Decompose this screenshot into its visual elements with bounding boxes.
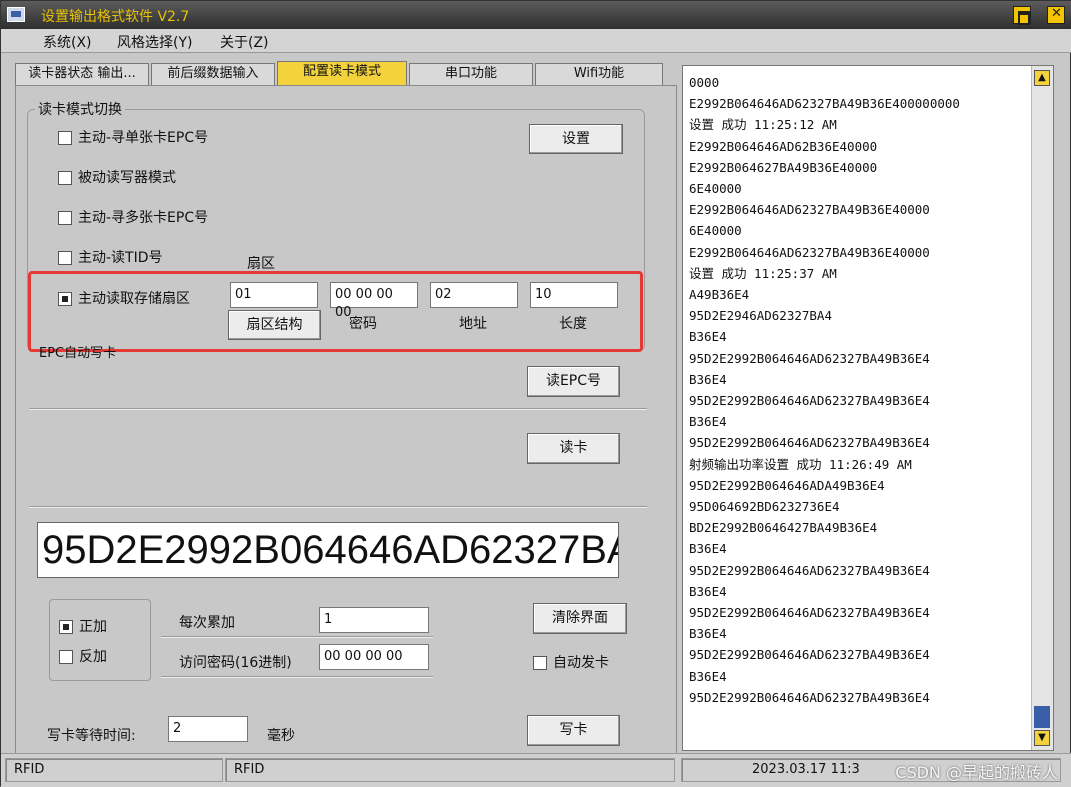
- checkbox-icon: [58, 131, 72, 145]
- app-window: 设置输出格式软件 V2.7 系统(X) 风格选择(Y) 关于(Z) 读卡器状态 …: [0, 0, 1071, 787]
- scroll-down-icon[interactable]: ▼: [1034, 730, 1050, 746]
- log-line: 95D2E2992B064646ADA49B36E4: [689, 477, 885, 493]
- read-card-button[interactable]: 读卡: [527, 433, 620, 464]
- divider: [29, 408, 647, 410]
- tab-serial[interactable]: 串口功能: [409, 63, 533, 85]
- increment-input[interactable]: 1: [319, 607, 429, 633]
- log-line: 95D2E2992B064646AD62327BA49B36E4: [689, 689, 930, 705]
- sector-heading: 扇区: [247, 256, 275, 272]
- radio-positive[interactable]: 正加: [59, 618, 107, 636]
- log-line: B36E4: [689, 414, 727, 430]
- log-line: E2992B064646AD62B36E40000: [689, 138, 878, 154]
- window-title: 设置输出格式软件 V2.7: [41, 9, 190, 25]
- log-line: A49B36E4: [689, 287, 750, 303]
- scroll-up-icon[interactable]: ▲: [1034, 70, 1050, 86]
- clear-button[interactable]: 清除界面: [533, 603, 627, 634]
- mode-multi-epc[interactable]: 主动-寻多张卡EPC号: [58, 209, 208, 227]
- log-line: E2992B064646AD62327BA49B36E40000: [689, 202, 930, 218]
- log-line: 射频输出功率设置 成功 11:26:49 AM: [689, 456, 912, 472]
- add-mode-group: [49, 599, 151, 681]
- wait-unit-label: 毫秒: [267, 728, 295, 744]
- epc-autowrite-label: EPC自动写卡: [39, 346, 117, 361]
- wait-time-label: 写卡等待时间:: [47, 728, 136, 744]
- set-button[interactable]: 设置: [529, 124, 623, 154]
- log-line: B36E4: [689, 583, 727, 599]
- close-button[interactable]: [1047, 6, 1065, 24]
- mode-tid[interactable]: 主动-读TID号: [58, 249, 163, 267]
- log-line: 设置 成功 11:25:12 AM: [689, 117, 837, 133]
- divider: [161, 676, 433, 678]
- log-line: E2992B064627BA49B36E40000: [689, 159, 878, 175]
- status-cell-2: RFID: [225, 758, 675, 782]
- minimize-button[interactable]: [1013, 6, 1031, 25]
- log-line: B36E4: [689, 371, 727, 387]
- status-bar: RFID RFID 2023.03.17 11:3 CSDN @早起的搬砖人: [1, 753, 1071, 787]
- checkbox-icon: [58, 211, 72, 225]
- log-line: B36E4: [689, 626, 727, 642]
- tab-read-mode[interactable]: 配置读卡模式: [277, 61, 407, 85]
- scroll-thumb[interactable]: [1034, 706, 1050, 728]
- menu-about[interactable]: 关于(Z): [220, 32, 269, 52]
- log-line: B36E4: [689, 668, 727, 684]
- log-scrollbar[interactable]: ▲ ▼: [1031, 66, 1053, 750]
- mode-single-epc[interactable]: 主动-寻单张卡EPC号: [58, 129, 208, 147]
- status-cell-1: RFID: [5, 758, 223, 782]
- watermark: CSDN @早起的搬砖人: [895, 763, 1058, 782]
- log-line: 95D2E2992B064646AD62327BA49B36E4: [689, 393, 930, 409]
- radio-negative[interactable]: 反加: [59, 648, 107, 666]
- log-text[interactable]: 0000 E2992B064646AD62327BA49B36E400000000…: [689, 72, 1029, 708]
- access-password-input[interactable]: 00 00 00 00: [319, 644, 429, 670]
- tab-prefix-suffix[interactable]: 前后缀数据输入: [151, 63, 275, 85]
- log-line: E2992B064646AD62327BA49B36E40000: [689, 244, 930, 260]
- radio-selected-icon: [59, 620, 73, 634]
- divider: [161, 636, 433, 638]
- divider: [29, 506, 647, 508]
- log-line: 95D2E2992B064646AD62327BA49B36E4: [689, 435, 930, 451]
- log-line: 6E40000: [689, 181, 742, 197]
- menu-bar: 系统(X) 风格选择(Y) 关于(Z): [1, 29, 1071, 53]
- auto-issue-checkbox[interactable]: 自动发卡: [533, 654, 609, 672]
- access-password-label: 访问密码(16进制): [179, 655, 292, 671]
- log-line: 0000: [689, 75, 720, 90]
- read-epc-button[interactable]: 读EPC号: [527, 366, 620, 397]
- mode-passive[interactable]: 被动读写器模式: [58, 169, 176, 187]
- title-bar: 设置输出格式软件 V2.7: [1, 1, 1071, 29]
- tab-reader-status[interactable]: 读卡器状态 输出...: [15, 63, 149, 85]
- log-line: 95D2E2992B064646AD62327BA49B36E4: [689, 562, 930, 578]
- log-line: 95D2E2992B064646AD62327BA49B36E4: [689, 350, 930, 366]
- menu-style[interactable]: 风格选择(Y): [117, 32, 192, 52]
- checkbox-icon: [58, 171, 72, 185]
- epc-display: 95D2E2992B064646AD62327BA49B36E4: [37, 522, 619, 578]
- highlight-annotation: [28, 271, 643, 352]
- log-line: 95D064692BD6232736E4: [689, 499, 840, 515]
- read-mode-group-label: 读卡模式切换: [35, 99, 125, 119]
- checkbox-icon: [533, 656, 547, 670]
- log-line: 95D2E2946AD62327BA4: [689, 308, 832, 324]
- log-line: BD2E2992B0646427BA49B36E4: [689, 520, 878, 536]
- log-line: B36E4: [689, 329, 727, 345]
- checkbox-icon: [58, 251, 72, 265]
- menu-system[interactable]: 系统(X): [43, 32, 92, 52]
- log-line: E2992B064646AD62327BA49B36E400000000: [689, 96, 960, 112]
- log-panel[interactable]: 0000 E2992B064646AD62327BA49B36E400000000…: [682, 65, 1054, 751]
- log-line: B36E4: [689, 541, 727, 557]
- increment-label: 每次累加: [179, 615, 235, 631]
- tab-strip: 读卡器状态 输出... 前后缀数据输入 配置读卡模式 串口功能 Wifi功能: [7, 59, 677, 85]
- wait-time-input[interactable]: 2: [168, 716, 248, 742]
- log-line: 95D2E2992B064646AD62327BA49B36E4: [689, 605, 930, 621]
- write-card-button[interactable]: 写卡: [527, 715, 620, 746]
- tab-wifi[interactable]: Wifi功能: [535, 63, 663, 85]
- app-icon: [7, 7, 25, 22]
- radio-icon: [59, 650, 73, 664]
- log-line: 6E40000: [689, 223, 742, 239]
- log-line: 设置 成功 11:25:37 AM: [689, 265, 837, 281]
- log-line: 95D2E2992B064646AD62327BA49B36E4: [689, 647, 930, 663]
